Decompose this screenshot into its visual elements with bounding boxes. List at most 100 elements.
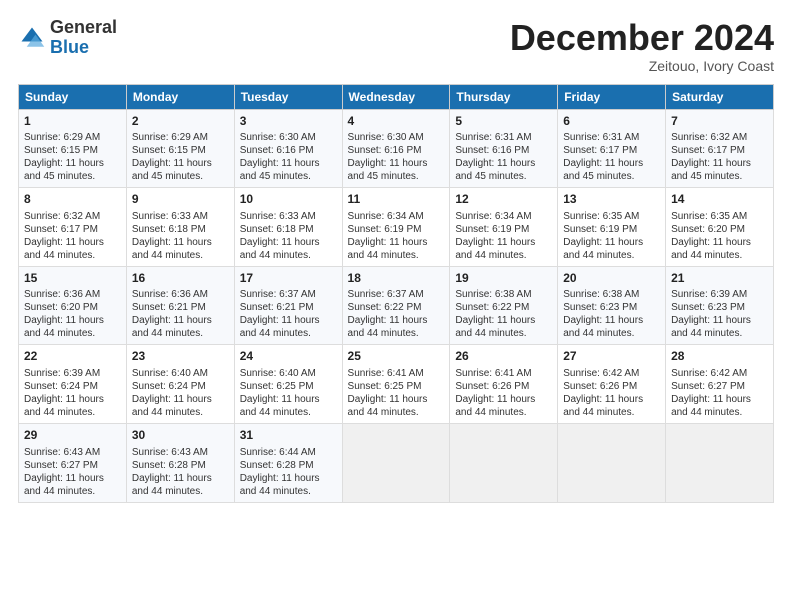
- day-info: and 44 minutes.: [455, 406, 552, 419]
- day-info: and 44 minutes.: [24, 406, 121, 419]
- day-info: Sunset: 6:26 PM: [455, 380, 552, 393]
- calendar-cell: 13Sunrise: 6:35 AMSunset: 6:19 PMDayligh…: [558, 188, 666, 267]
- day-info: Sunrise: 6:35 AM: [563, 210, 660, 223]
- day-number: 17: [240, 271, 337, 287]
- day-number: 21: [671, 271, 768, 287]
- day-info: and 44 minutes.: [563, 327, 660, 340]
- day-info: Sunset: 6:15 PM: [132, 144, 229, 157]
- calendar-cell: 31Sunrise: 6:44 AMSunset: 6:28 PMDayligh…: [234, 423, 342, 502]
- calendar-week-row: 1Sunrise: 6:29 AMSunset: 6:15 PMDaylight…: [19, 109, 774, 188]
- calendar-cell: 14Sunrise: 6:35 AMSunset: 6:20 PMDayligh…: [666, 188, 774, 267]
- day-info: Sunrise: 6:40 AM: [240, 367, 337, 380]
- day-info: Sunset: 6:21 PM: [132, 301, 229, 314]
- day-info: Sunset: 6:20 PM: [24, 301, 121, 314]
- day-info: Daylight: 11 hours: [455, 314, 552, 327]
- calendar-header-row: SundayMondayTuesdayWednesdayThursdayFrid…: [19, 84, 774, 109]
- day-info: Sunrise: 6:39 AM: [671, 288, 768, 301]
- day-number: 15: [24, 271, 121, 287]
- day-info: Daylight: 11 hours: [671, 236, 768, 249]
- day-info: Sunrise: 6:40 AM: [132, 367, 229, 380]
- day-info: Daylight: 11 hours: [671, 393, 768, 406]
- day-info: and 44 minutes.: [240, 327, 337, 340]
- day-info: and 44 minutes.: [24, 485, 121, 498]
- calendar-week-row: 15Sunrise: 6:36 AMSunset: 6:20 PM Dayligh…: [19, 266, 774, 345]
- day-info: Sunset: 6:25 PM: [240, 380, 337, 393]
- day-info: and 44 minutes.: [455, 327, 552, 340]
- day-info: Sunset: 6:19 PM: [348, 223, 445, 236]
- calendar-cell: 16Sunrise: 6:36 AMSunset: 6:21 PMDayligh…: [126, 266, 234, 345]
- day-info: Daylight: 11 hours: [24, 157, 121, 170]
- day-info: and 44 minutes.: [348, 327, 445, 340]
- calendar-cell: [558, 423, 666, 502]
- day-info: Sunrise: 6:43 AM: [24, 446, 121, 459]
- subtitle: Zeitouo, Ivory Coast: [510, 58, 774, 74]
- header: General Blue December 2024 Zeitouo, Ivor…: [18, 18, 774, 74]
- calendar-cell: 29Sunrise: 6:43 AMSunset: 6:27 PMDayligh…: [19, 423, 127, 502]
- calendar-cell: 22Sunrise: 6:39 AMSunset: 6:24 PMDayligh…: [19, 345, 127, 424]
- day-info: and 44 minutes.: [348, 406, 445, 419]
- day-number: 3: [240, 114, 337, 130]
- day-info: and 44 minutes.: [240, 406, 337, 419]
- day-number: 22: [24, 349, 121, 365]
- day-info: Sunrise: 6:31 AM: [563, 131, 660, 144]
- day-info: Daylight: 11 hours: [348, 236, 445, 249]
- day-info: Sunrise: 6:36 AM: [24, 288, 121, 301]
- day-info: and 44 minutes.: [240, 485, 337, 498]
- day-number: 2: [132, 114, 229, 130]
- day-number: 13: [563, 192, 660, 208]
- day-info: Sunrise: 6:32 AM: [24, 210, 121, 223]
- day-info: Sunset: 6:27 PM: [24, 459, 121, 472]
- day-info: and 44 minutes.: [671, 406, 768, 419]
- calendar-cell: 2Sunrise: 6:29 AMSunset: 6:15 PMDaylight…: [126, 109, 234, 188]
- calendar-header-thursday: Thursday: [450, 84, 558, 109]
- calendar-week-row: 8Sunrise: 6:32 AMSunset: 6:17 PMDaylight…: [19, 188, 774, 267]
- calendar-cell: 7Sunrise: 6:32 AMSunset: 6:17 PMDaylight…: [666, 109, 774, 188]
- day-number: 6: [563, 114, 660, 130]
- calendar-cell: 26Sunrise: 6:41 AMSunset: 6:26 PMDayligh…: [450, 345, 558, 424]
- day-number: 11: [348, 192, 445, 208]
- day-number: 4: [348, 114, 445, 130]
- day-info: Sunset: 6:21 PM: [240, 301, 337, 314]
- day-info: Daylight: 11 hours: [132, 393, 229, 406]
- page: General Blue December 2024 Zeitouo, Ivor…: [0, 0, 792, 612]
- calendar-cell: 11Sunrise: 6:34 AMSunset: 6:19 PMDayligh…: [342, 188, 450, 267]
- day-info: Sunset: 6:25 PM: [348, 380, 445, 393]
- day-info: Sunset: 6:23 PM: [563, 301, 660, 314]
- day-info: and 44 minutes.: [132, 485, 229, 498]
- day-info: Daylight: 11 hours: [240, 157, 337, 170]
- day-info: Sunrise: 6:41 AM: [348, 367, 445, 380]
- day-info: Daylight: 11 hours: [24, 236, 121, 249]
- day-number: 12: [455, 192, 552, 208]
- logo-general: General: [50, 18, 117, 38]
- day-info: and 44 minutes.: [24, 249, 121, 262]
- day-number: 18: [348, 271, 445, 287]
- calendar-cell: 24Sunrise: 6:40 AMSunset: 6:25 PMDayligh…: [234, 345, 342, 424]
- calendar-header-friday: Friday: [558, 84, 666, 109]
- day-info: Daylight: 11 hours: [455, 236, 552, 249]
- day-info: Daylight: 11 hours: [132, 472, 229, 485]
- day-info: and 45 minutes.: [132, 170, 229, 183]
- logo: General Blue: [18, 18, 117, 58]
- day-info: Sunrise: 6:37 AM: [240, 288, 337, 301]
- day-info: Daylight: 11 hours: [671, 157, 768, 170]
- day-info: Daylight: 11 hours: [348, 393, 445, 406]
- calendar-cell: 8Sunrise: 6:32 AMSunset: 6:17 PMDaylight…: [19, 188, 127, 267]
- day-info: Sunrise: 6:33 AM: [240, 210, 337, 223]
- calendar-cell: [666, 423, 774, 502]
- calendar-week-row: 29Sunrise: 6:43 AMSunset: 6:27 PMDayligh…: [19, 423, 774, 502]
- calendar-cell: 30Sunrise: 6:43 AMSunset: 6:28 PMDayligh…: [126, 423, 234, 502]
- day-info: Daylight: 11 hours: [563, 393, 660, 406]
- day-info: Daylight: 11 hours: [455, 157, 552, 170]
- day-info: Sunset: 6:18 PM: [132, 223, 229, 236]
- calendar-cell: 19Sunrise: 6:38 AMSunset: 6:22 PMDayligh…: [450, 266, 558, 345]
- logo-text: General Blue: [50, 18, 117, 58]
- day-info: Sunset: 6:20 PM: [671, 223, 768, 236]
- calendar-cell: 6Sunrise: 6:31 AMSunset: 6:17 PMDaylight…: [558, 109, 666, 188]
- day-info: Daylight: 11 hours: [563, 314, 660, 327]
- calendar-cell: [450, 423, 558, 502]
- calendar-cell: 3Sunrise: 6:30 AMSunset: 6:16 PMDaylight…: [234, 109, 342, 188]
- day-info: and 45 minutes.: [24, 170, 121, 183]
- day-number: 27: [563, 349, 660, 365]
- day-info: Daylight: 11 hours: [132, 314, 229, 327]
- day-info: Daylight: 11 hours: [24, 472, 121, 485]
